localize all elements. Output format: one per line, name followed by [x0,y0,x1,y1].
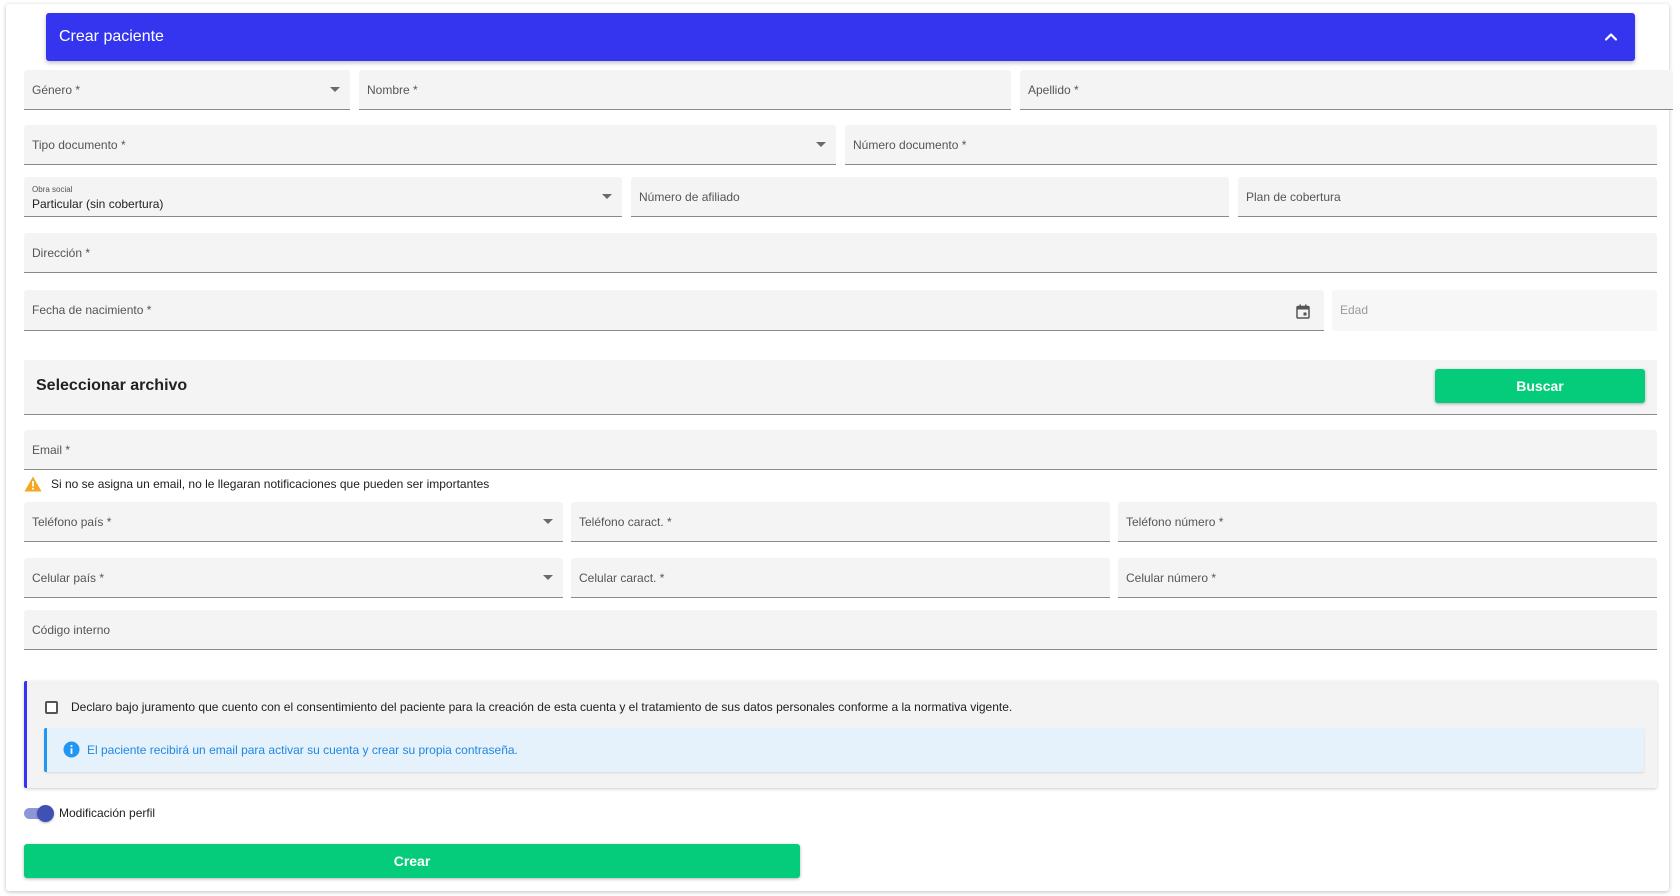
telefono-caract-label: Teléfono caract. * [579,515,672,529]
calendar-icon[interactable] [1296,304,1310,319]
genero-select[interactable]: Género * [24,70,350,110]
create-patient-header[interactable]: Crear paciente [46,13,1635,61]
header-title: Crear paciente [59,28,164,45]
nombre-label: Nombre * [367,83,418,97]
numero-documento-field[interactable]: Número documento * [845,125,1657,165]
obra-social-value: Particular (sin cobertura) [32,197,164,211]
apellido-field[interactable]: Apellido * [1020,70,1673,110]
celular-numero-label: Celular número * [1126,571,1217,585]
direccion-field[interactable]: Dirección * [24,233,1657,273]
profile-modification-toggle[interactable] [24,805,54,822]
obra-social-select[interactable]: Obra social Particular (sin cobertura) [24,177,622,217]
codigo-interno-label: Código interno [32,623,111,637]
info-alert: El paciente recibirá un email para activ… [44,728,1644,772]
email-field[interactable]: Email * [24,430,1657,470]
obra-social-label: Obra social [32,185,73,194]
telefono-caract-field[interactable]: Teléfono caract. * [571,502,1110,542]
consent-text: Declaro bajo juramento que cuento con el… [71,700,1013,714]
numero-afiliado-label: Número de afiliado [639,190,740,204]
celular-caract-field[interactable]: Celular caract. * [571,558,1110,598]
file-selector: Seleccionar archivo Buscar [24,360,1657,415]
fecha-nacimiento-label: Fecha de nacimiento * [32,303,152,317]
info-icon [63,741,80,758]
tipo-documento-label: Tipo documento * [32,138,126,152]
celular-caract-label: Celular caract. * [579,571,665,585]
email-warning: Si no se asigna un email, no le llegaran… [24,475,489,493]
nombre-field[interactable]: Nombre * [359,70,1011,110]
numero-afiliado-field[interactable]: Número de afiliado [631,177,1229,217]
dropdown-caret-icon [602,194,612,199]
celular-pais-label: Celular país * [32,571,105,585]
email-label: Email * [32,443,71,457]
profile-modification-label: Modificación perfil [59,806,156,820]
genero-label: Género * [32,83,81,97]
celular-pais-select[interactable]: Celular país * [24,558,563,598]
dropdown-caret-icon [543,575,553,580]
edad-field: Edad [1332,290,1657,331]
apellido-label: Apellido * [1028,83,1079,97]
chevron-up-icon[interactable] [1601,27,1621,47]
plan-cobertura-field[interactable]: Plan de cobertura [1238,177,1657,217]
codigo-interno-field[interactable]: Código interno [24,610,1657,650]
tipo-documento-select[interactable]: Tipo documento * [24,125,836,165]
direccion-label: Dirección * [32,246,91,260]
dropdown-caret-icon [816,142,826,147]
create-button[interactable]: Crear [24,844,800,878]
file-selector-title: Seleccionar archivo [36,377,188,394]
consent-checkbox[interactable] [45,701,58,714]
telefono-pais-label: Teléfono país * [32,515,112,529]
toggle-knob[interactable] [37,805,54,822]
edad-label: Edad [1340,303,1369,317]
dropdown-caret-icon [543,519,553,524]
warning-icon [24,476,42,492]
plan-cobertura-label: Plan de cobertura [1246,190,1341,204]
celular-numero-field[interactable]: Celular número * [1118,558,1657,598]
info-text: El paciente recibirá un email para activ… [87,743,518,757]
fecha-nacimiento-field[interactable]: Fecha de nacimiento * [24,290,1324,331]
telefono-pais-select[interactable]: Teléfono país * [24,502,563,542]
consent-panel: Declaro bajo juramento que cuento con el… [24,681,1657,788]
dropdown-caret-icon [330,87,340,92]
telefono-numero-field[interactable]: Teléfono número * [1118,502,1657,542]
search-file-button[interactable]: Buscar [1435,369,1645,403]
warning-text: Si no se asigna un email, no le llegaran… [51,477,490,491]
telefono-numero-label: Teléfono número * [1126,515,1224,529]
numero-documento-label: Número documento * [853,138,967,152]
